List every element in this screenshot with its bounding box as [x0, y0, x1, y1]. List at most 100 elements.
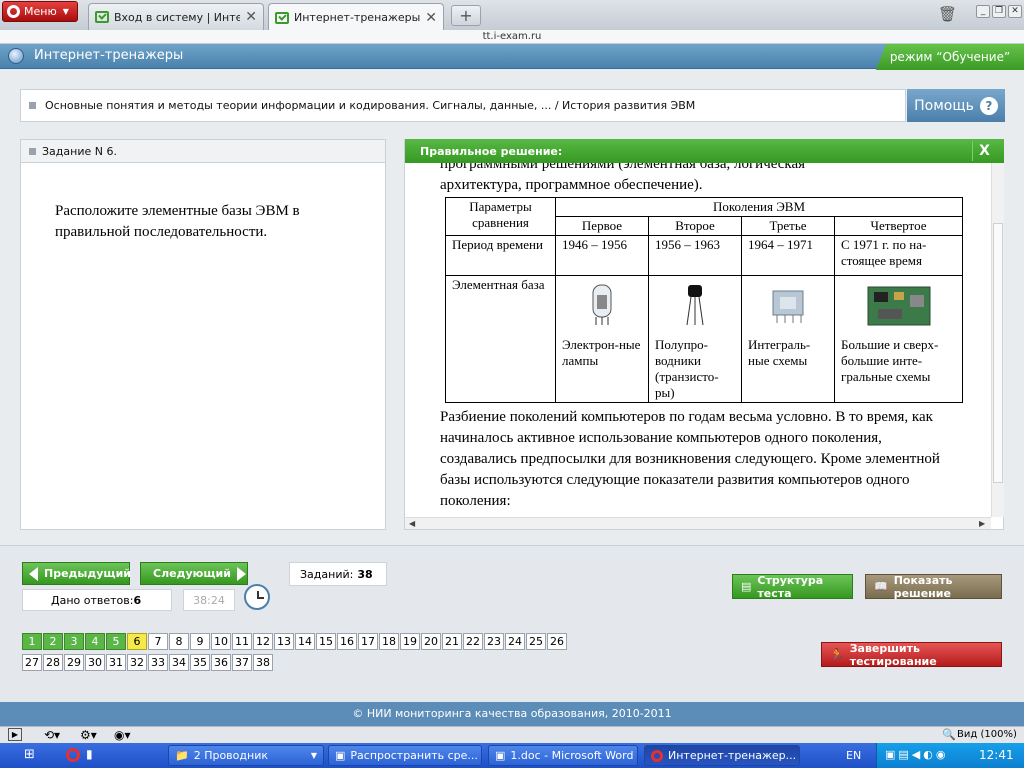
- base-label: Элементная база: [445, 275, 556, 403]
- task-number-button[interactable]: 12: [253, 633, 273, 650]
- bullet-icon: [29, 102, 36, 109]
- base-cell-4: Большие и сверх-большие инте-гральные сх…: [834, 275, 963, 403]
- tasks-counter: Заданий: 38: [289, 562, 387, 586]
- new-tab-button[interactable]: +: [451, 5, 481, 26]
- language-indicator[interactable]: EN: [846, 749, 861, 762]
- finish-label: Завершить тестирование: [849, 641, 937, 668]
- task-number-button[interactable]: 27: [22, 654, 42, 671]
- horizontal-scrollbar[interactable]: ◀ ▶: [405, 517, 991, 529]
- structure-label: Структура теста: [757, 573, 824, 600]
- zoom-icon[interactable]: 🔍: [942, 728, 956, 741]
- taskbar-item-document[interactable]: ▣ Распространить сре...: [328, 745, 482, 766]
- task-number-button[interactable]: 35: [190, 654, 210, 671]
- opera-quicklaunch-icon[interactable]: [66, 748, 80, 762]
- task-number-button[interactable]: 20: [421, 633, 441, 650]
- opera-menu-button[interactable]: Меню ▼: [2, 1, 78, 22]
- minimize-button[interactable]: _: [976, 5, 990, 18]
- clock: 12:41: [979, 748, 1014, 762]
- task-number-button[interactable]: 25: [526, 633, 546, 650]
- task-number-button[interactable]: 9: [190, 633, 210, 650]
- answers-counter: Дано ответов: 6: [22, 589, 172, 611]
- app-title: Интернет-тренажеры: [34, 48, 184, 63]
- task-number-button[interactable]: 18: [379, 633, 399, 650]
- close-tab-icon[interactable]: ✕: [245, 9, 257, 25]
- task-number-button[interactable]: 37: [232, 654, 252, 671]
- quicklaunch-icon[interactable]: ▮: [86, 747, 93, 761]
- task-number-button[interactable]: 11: [232, 633, 252, 650]
- task-number-button[interactable]: 29: [64, 654, 84, 671]
- scroll-thumb[interactable]: [993, 223, 1003, 483]
- maximize-button[interactable]: ❐: [992, 5, 1006, 18]
- task-number-button[interactable]: 19: [400, 633, 420, 650]
- vertical-scrollbar[interactable]: [991, 163, 1004, 517]
- task-number-button[interactable]: 15: [316, 633, 336, 650]
- close-solution-button[interactable]: X: [972, 141, 996, 161]
- arrow-left-icon: [29, 566, 38, 581]
- period-4: С 1971 г. по на-стоящее время: [834, 235, 963, 276]
- task-number-button[interactable]: 22: [463, 633, 483, 650]
- base-cell-2: Полупро-водники (транзисто-ры): [648, 275, 742, 403]
- zoom-level[interactable]: Вид (100%): [957, 729, 1017, 740]
- task-number-button[interactable]: 24: [505, 633, 525, 650]
- task-number-button[interactable]: 30: [85, 654, 105, 671]
- help-button[interactable]: Помощь ?: [907, 89, 1005, 122]
- task-number-button[interactable]: 3: [64, 633, 84, 650]
- task-number-button[interactable]: 16: [337, 633, 357, 650]
- tab-trainers[interactable]: Интернет-тренажеры ✕: [268, 3, 444, 31]
- task-number-button[interactable]: 8: [169, 633, 189, 650]
- task-number-button[interactable]: 6: [127, 633, 147, 650]
- tab-login[interactable]: Вход в систему | Интер… ✕: [88, 3, 264, 30]
- site-favicon-icon: [95, 11, 109, 23]
- task-number-button[interactable]: 13: [274, 633, 294, 650]
- period-3: 1964 – 1971: [741, 235, 835, 276]
- breadcrumb-text: Основные понятия и методы теории информа…: [45, 99, 696, 112]
- task-number-button[interactable]: 7: [148, 633, 168, 650]
- show-solution-button[interactable]: 📖 Показать решение: [865, 574, 1002, 600]
- base-2: Полупро-водники (транзисто-ры): [655, 337, 719, 400]
- task-number-button[interactable]: 38: [253, 654, 273, 671]
- previous-button[interactable]: Предыдущий: [22, 562, 131, 585]
- test-structure-button[interactable]: ▤ Структура теста: [732, 573, 853, 600]
- task-number-button[interactable]: 4: [85, 633, 105, 650]
- word-icon: ▣: [495, 749, 506, 762]
- task-text: Расположите элементные базы ЭВМ в правил…: [55, 203, 300, 240]
- tab-title: Вход в систему | Интер…: [114, 10, 240, 24]
- unite-icon[interactable]: ⚙▾: [80, 728, 97, 742]
- task-number-button[interactable]: 32: [127, 654, 147, 671]
- trash-icon[interactable]: 🗑: [938, 5, 957, 23]
- task-number-button[interactable]: 17: [358, 633, 378, 650]
- windows-start-icon[interactable]: ⊞: [24, 747, 35, 762]
- panel-toggle-icon[interactable]: ▶: [8, 728, 22, 741]
- task-number-button[interactable]: 28: [43, 654, 63, 671]
- taskbar-item-explorer[interactable]: 📁 2 Проводник ▼: [168, 745, 324, 766]
- task-number-button[interactable]: 14: [295, 633, 315, 650]
- task-number-button[interactable]: 31: [106, 654, 126, 671]
- sync-icon[interactable]: ⟲▾: [44, 728, 60, 742]
- url-bar[interactable]: tt.i-exam.ru: [0, 30, 1024, 44]
- scroll-left-icon[interactable]: ◀: [409, 519, 415, 528]
- tray-icons[interactable]: ▣▤◀◐◉: [885, 748, 948, 761]
- taskbar-item-word[interactable]: ▣ 1.doc - Microsoft Word: [488, 745, 638, 766]
- task-number-button[interactable]: 26: [547, 633, 567, 650]
- task-number-button[interactable]: 1: [22, 633, 42, 650]
- close-window-button[interactable]: ✕: [1008, 5, 1022, 18]
- task-number-button[interactable]: 36: [211, 654, 231, 671]
- generations-table: Параметры сравнения Поколения ЭВМ Первое…: [445, 197, 963, 403]
- task-number-button[interactable]: 34: [169, 654, 189, 671]
- next-button[interactable]: Следующий: [140, 562, 248, 585]
- finish-test-button[interactable]: 🏃 Завершить тестирование: [821, 641, 1002, 668]
- tab-title: Интернет-тренажеры: [294, 11, 421, 24]
- scroll-right-icon[interactable]: ▶: [979, 519, 985, 528]
- taskbar-label: Распространить сре...: [350, 749, 478, 762]
- task-header: Задание N 6.: [20, 139, 386, 163]
- task-number-button[interactable]: 33: [148, 654, 168, 671]
- task-number-button[interactable]: 23: [484, 633, 504, 650]
- task-number-button[interactable]: 10: [211, 633, 231, 650]
- task-number-button[interactable]: 21: [442, 633, 462, 650]
- close-tab-icon[interactable]: ✕: [425, 10, 437, 26]
- task-number-button[interactable]: 5: [106, 633, 126, 650]
- task-number-button[interactable]: 2: [43, 633, 63, 650]
- turbo-icon[interactable]: ◉▾: [114, 728, 131, 742]
- taskbar-item-opera[interactable]: Интернет-тренажер...: [644, 745, 800, 766]
- period-1: 1946 – 1956: [555, 235, 649, 276]
